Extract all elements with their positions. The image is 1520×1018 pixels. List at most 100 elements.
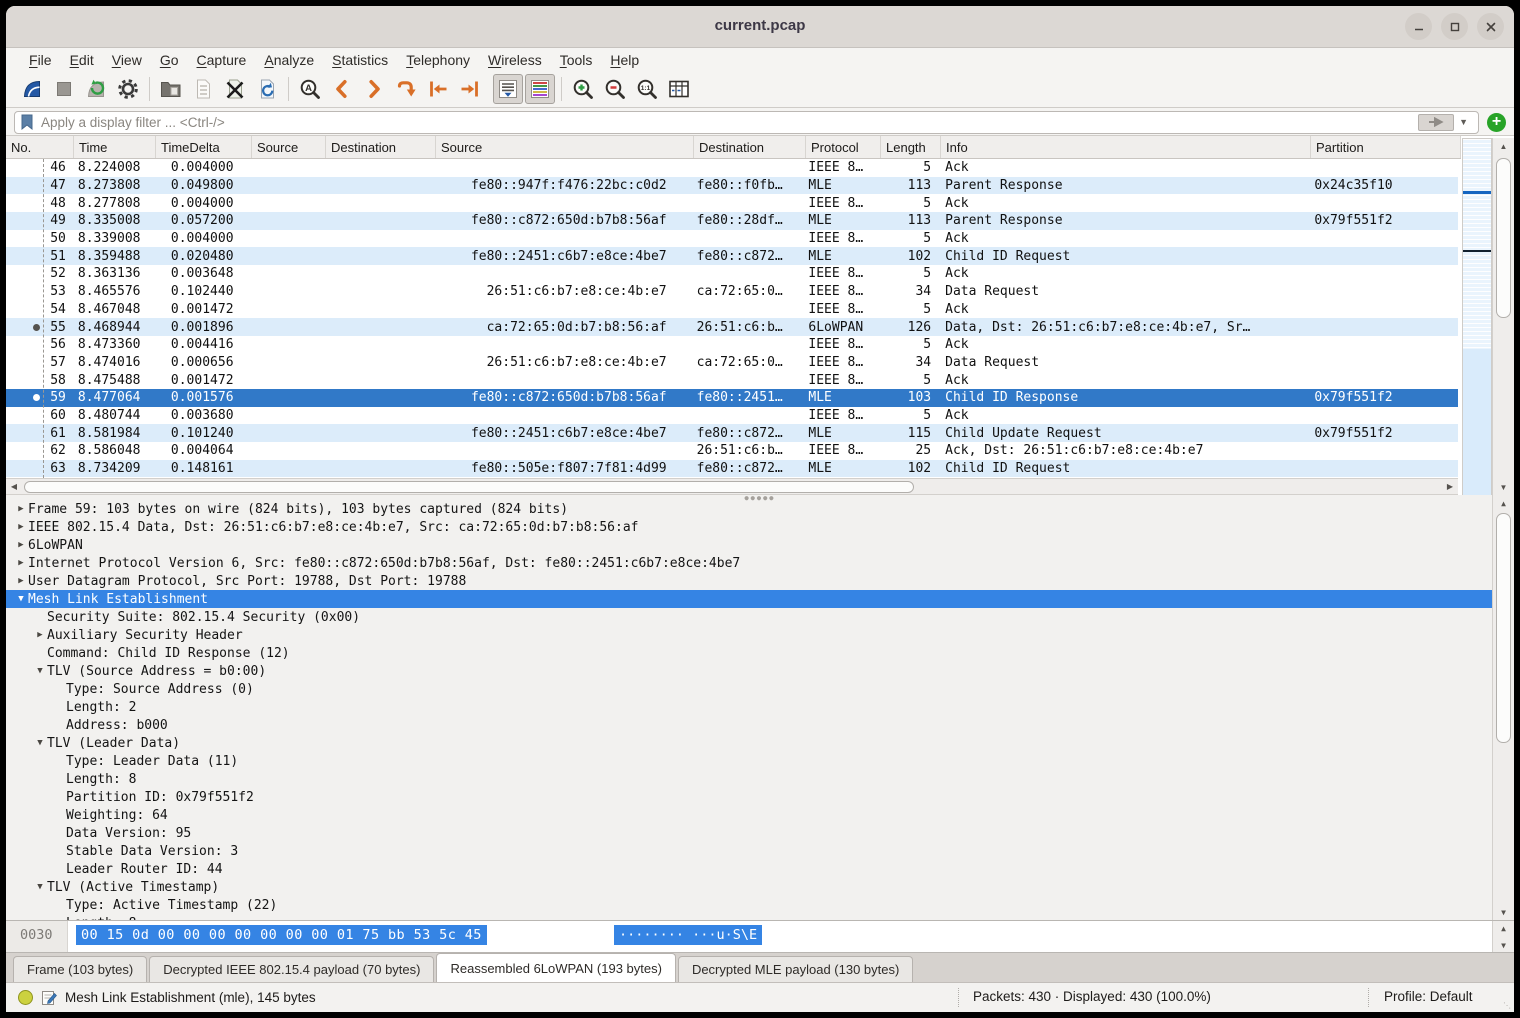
- previous-packet-button[interactable]: [327, 74, 357, 104]
- packet-list-hscrollbar[interactable]: ◀ ▶: [6, 478, 1458, 495]
- resize-columns-button[interactable]: [664, 74, 694, 104]
- packet-row-48[interactable]: 488.2778080.004000IEEE 8…5Ack: [6, 194, 1458, 212]
- scroll-down-arrow-icon[interactable]: ▼: [1493, 479, 1514, 495]
- menu-analyze[interactable]: Analyze: [255, 51, 323, 69]
- expand-arrow-right-icon[interactable]: ▶: [14, 522, 28, 532]
- packet-row-58[interactable]: 588.4754880.001472IEEE 8…5Ack: [6, 371, 1458, 389]
- details-line[interactable]: ▶Internet Protocol Version 6, Src: fe80:…: [6, 554, 1492, 572]
- menu-tools[interactable]: Tools: [551, 51, 602, 69]
- details-line[interactable]: Command: Child ID Response (12): [6, 644, 1492, 662]
- filter-dropdown-caret[interactable]: ▼: [1454, 117, 1474, 127]
- column-header-source-5[interactable]: Source: [436, 136, 694, 158]
- byte-tab-2[interactable]: Reassembled 6LoWPAN (193 bytes): [436, 953, 675, 982]
- menu-view[interactable]: View: [103, 51, 151, 69]
- zoom-in-button[interactable]: [568, 74, 598, 104]
- go-to-packet-button[interactable]: [391, 74, 421, 104]
- packet-list-vscrollbar[interactable]: ▲ ▼: [1492, 138, 1514, 495]
- scroll-right-arrow-icon[interactable]: ▶: [1442, 479, 1458, 494]
- packet-bytes-pane[interactable]: 0030 00 15 0d 00 00 00 00 00 00 00 01 75…: [6, 921, 1514, 953]
- packet-row-61[interactable]: 618.5819840.101240fe80::2451:c6b7:e8ce:4…: [6, 424, 1458, 442]
- packet-row-54[interactable]: 548.4670480.001472IEEE 8…5Ack: [6, 301, 1458, 319]
- packet-row-53[interactable]: 538.4655760.10244026:51:c6:b7:e8:ce:4b:e…: [6, 283, 1458, 301]
- column-header-protocol-7[interactable]: Protocol: [806, 136, 881, 158]
- details-line[interactable]: Length: 8: [6, 770, 1492, 788]
- packet-row-60[interactable]: 608.4807440.003680IEEE 8…5Ack: [6, 407, 1458, 425]
- maximize-button[interactable]: [1441, 13, 1468, 40]
- add-filter-button[interactable]: +: [1487, 113, 1506, 132]
- packet-list-scroll-thumb[interactable]: [1496, 158, 1511, 318]
- details-line[interactable]: ▶Auxiliary Security Header: [6, 626, 1492, 644]
- expand-arrow-down-icon[interactable]: ▼: [14, 594, 28, 604]
- last-packet-button[interactable]: [455, 74, 485, 104]
- details-line[interactable]: ▶User Datagram Protocol, Src Port: 19788…: [6, 572, 1492, 590]
- details-line[interactable]: Type: Leader Data (11): [6, 752, 1492, 770]
- expand-arrow-right-icon[interactable]: ▶: [14, 504, 28, 514]
- column-header-time-1[interactable]: Time: [74, 136, 156, 158]
- details-line[interactable]: ▶Frame 59: 103 bytes on wire (824 bits),…: [6, 500, 1492, 518]
- expand-arrow-right-icon[interactable]: ▶: [14, 576, 28, 586]
- packet-row-59[interactable]: 598.4770640.001576fe80::c872:650d:b7b8:5…: [6, 389, 1458, 407]
- details-line[interactable]: Data Version: 95: [6, 824, 1492, 842]
- scroll-up-arrow-icon[interactable]: ▲: [1493, 921, 1514, 935]
- close-file-button[interactable]: [220, 74, 250, 104]
- details-line[interactable]: Length: 8: [6, 914, 1492, 921]
- scroll-down-arrow-icon[interactable]: ▼: [1493, 904, 1514, 920]
- column-header-info-9[interactable]: Info: [941, 136, 1311, 158]
- details-line[interactable]: Type: Source Address (0): [6, 680, 1492, 698]
- details-line[interactable]: ▼TLV (Leader Data): [6, 734, 1492, 752]
- details-line[interactable]: ▼Mesh Link Establishment: [6, 590, 1492, 608]
- hex-bytes-selected[interactable]: 00 15 0d 00 00 00 00 00 00 00 01 75 bb 5…: [76, 925, 487, 945]
- details-line[interactable]: Length: 2: [6, 698, 1492, 716]
- byte-tab-3[interactable]: Decrypted MLE payload (130 bytes): [678, 956, 913, 982]
- details-line[interactable]: Leader Router ID: 44: [6, 860, 1492, 878]
- menu-telephony[interactable]: Telephony: [397, 51, 479, 69]
- details-line[interactable]: Security Suite: 802.15.4 Security (0x00): [6, 608, 1492, 626]
- details-line[interactable]: ▶IEEE 802.15.4 Data, Dst: 26:51:c6:b7:e8…: [6, 518, 1492, 536]
- next-packet-button[interactable]: [359, 74, 389, 104]
- menu-wireless[interactable]: Wireless: [479, 51, 551, 69]
- open-file-button[interactable]: [156, 74, 186, 104]
- packet-row-57[interactable]: 578.4740160.00065626:51:c6:b7:e8:ce:4b:e…: [6, 354, 1458, 372]
- packet-row-49[interactable]: 498.3350080.057200fe80::c872:650d:b7b8:5…: [6, 212, 1458, 230]
- auto-scroll-button[interactable]: [493, 74, 523, 104]
- details-line[interactable]: ▼TLV (Source Address = b0:00): [6, 662, 1492, 680]
- zoom-original-button[interactable]: 1:1: [632, 74, 662, 104]
- packet-row-47[interactable]: 478.2738080.049800fe80::947f:f476:22bc:c…: [6, 177, 1458, 195]
- details-line[interactable]: Partition ID: 0x79f551f2: [6, 788, 1492, 806]
- details-line[interactable]: ▼TLV (Active Timestamp): [6, 878, 1492, 896]
- packet-row-63[interactable]: 638.7342090.148161fe80::505e:f807:7f81:4…: [6, 460, 1458, 478]
- save-file-button[interactable]: [188, 74, 218, 104]
- column-header-destination-4[interactable]: Destination: [326, 136, 436, 158]
- column-header-length-8[interactable]: Length: [881, 136, 941, 158]
- column-header-no-0[interactable]: No.: [6, 136, 74, 158]
- apply-filter-button[interactable]: [1418, 114, 1454, 131]
- titlebar[interactable]: current.pcap: [6, 6, 1514, 48]
- details-line[interactable]: Stable Data Version: 3: [6, 842, 1492, 860]
- start-capture-fin-button[interactable]: [17, 74, 47, 104]
- details-line[interactable]: ▶6LoWPAN: [6, 536, 1492, 554]
- close-button[interactable]: [1477, 13, 1504, 40]
- scroll-down-arrow-icon[interactable]: ▼: [1493, 938, 1514, 952]
- menu-capture[interactable]: Capture: [188, 51, 256, 69]
- expand-arrow-right-icon[interactable]: ▶: [33, 630, 47, 640]
- menu-go[interactable]: Go: [151, 51, 188, 69]
- filter-bookmark-icon[interactable]: [19, 113, 35, 131]
- first-packet-button[interactable]: [423, 74, 453, 104]
- hex-ascii-selected[interactable]: ········ ···u·S\E: [614, 925, 762, 945]
- details-line[interactable]: Address: b000: [6, 716, 1492, 734]
- scroll-up-arrow-icon[interactable]: ▲: [1493, 138, 1514, 154]
- column-header-destination-6[interactable]: Destination: [694, 136, 806, 158]
- column-header-source-3[interactable]: Source: [252, 136, 326, 158]
- details-line[interactable]: Type: Active Timestamp (22): [6, 896, 1492, 914]
- details-scroll-thumb[interactable]: [1496, 513, 1511, 743]
- column-header-partition-10[interactable]: Partition: [1311, 136, 1461, 158]
- menu-file[interactable]: File: [20, 51, 61, 69]
- display-filter-input[interactable]: Apply a display filter ... <Ctrl-/> ▼: [14, 111, 1479, 134]
- hex-vscrollbar[interactable]: ▲ ▼: [1492, 921, 1514, 952]
- expand-arrow-down-icon[interactable]: ▼: [33, 882, 47, 892]
- expand-arrow-down-icon[interactable]: ▼: [33, 738, 47, 748]
- status-profile[interactable]: Profile: Default: [1384, 989, 1473, 1004]
- scroll-up-arrow-icon[interactable]: ▲: [1493, 495, 1514, 511]
- colorize-button[interactable]: [525, 74, 555, 104]
- menu-help[interactable]: Help: [601, 51, 648, 69]
